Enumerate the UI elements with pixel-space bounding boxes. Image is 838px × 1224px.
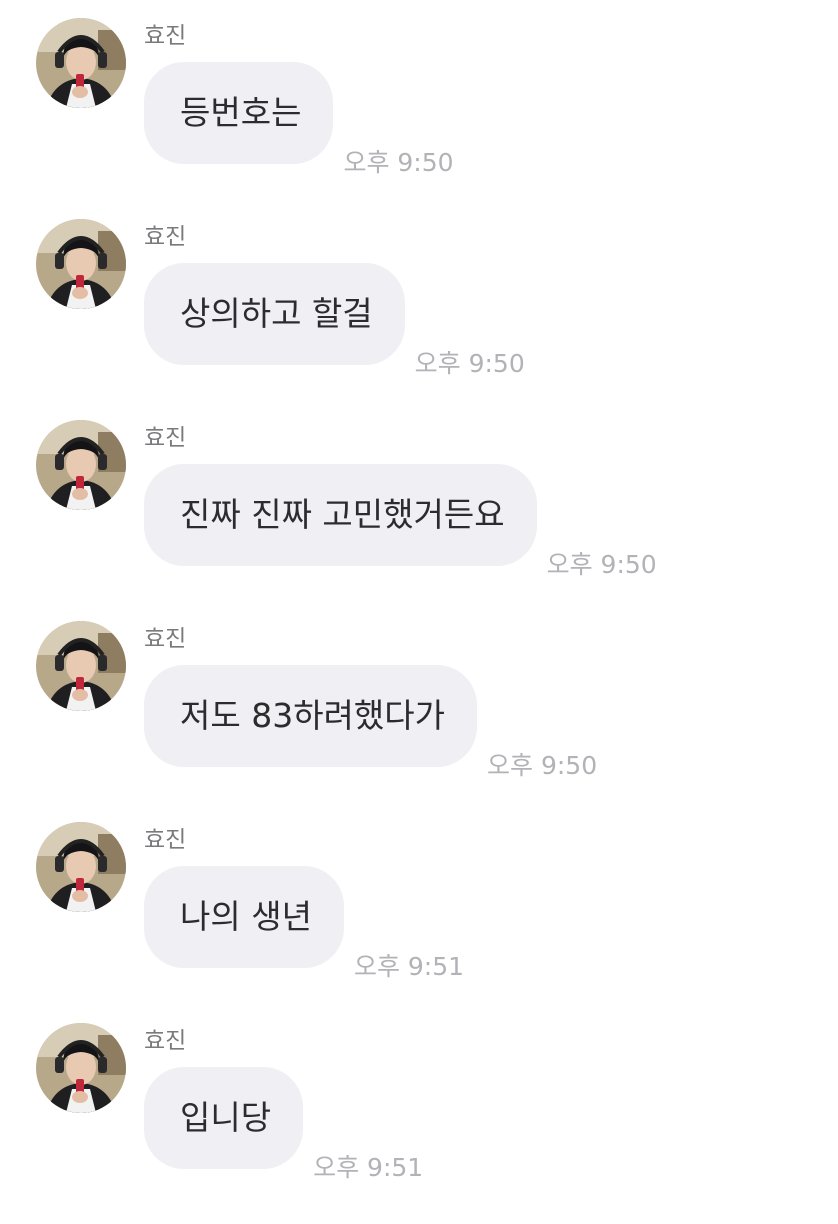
message-timestamp: 오후 9:50 bbox=[414, 349, 525, 378]
sender-name: 효진 bbox=[144, 827, 187, 853]
chat-message: 효진 나의 생년 오후 9:51 bbox=[0, 822, 838, 1023]
sender-name: 효진 bbox=[144, 23, 187, 49]
message-timestamp: 오후 9:50 bbox=[487, 751, 598, 780]
avatar-icon[interactable] bbox=[36, 1023, 126, 1113]
sender-name: 효진 bbox=[144, 1028, 187, 1054]
chat-message: 효진 진짜 진짜 고민했거든요 오후 9:50 bbox=[0, 420, 838, 621]
avatar-icon[interactable] bbox=[36, 420, 126, 510]
message-bubble[interactable]: 상의하고 할걸 bbox=[144, 263, 405, 365]
message-bubble[interactable]: 나의 생년 bbox=[144, 866, 344, 968]
message-timestamp: 오후 9:51 bbox=[313, 1153, 424, 1182]
avatar-icon[interactable] bbox=[36, 18, 126, 108]
message-bubble[interactable]: 진짜 진짜 고민했거든요 bbox=[144, 464, 537, 566]
chat-message: 효진 상의하고 할걸 오후 9:50 bbox=[0, 219, 838, 420]
avatar-icon[interactable] bbox=[36, 219, 126, 309]
chat-message-list[interactable]: 효진 등번호는 오후 9:50 효진 상의하고 할걸 오후 9:50 효진 진짜… bbox=[0, 18, 838, 1224]
chat-message: 효진 등번호는 오후 9:50 bbox=[0, 18, 838, 219]
message-bubble[interactable]: 입니당 bbox=[144, 1067, 304, 1169]
message-row: 등번호는 오후 9:50 bbox=[144, 62, 454, 177]
sender-name: 효진 bbox=[144, 425, 187, 451]
message-bubble[interactable]: 저도 83하려했다가 bbox=[144, 665, 478, 767]
sender-name: 효진 bbox=[144, 626, 187, 652]
message-timestamp: 오후 9:50 bbox=[343, 148, 454, 177]
message-timestamp: 오후 9:50 bbox=[546, 550, 657, 579]
chat-message: 효진 저도 83하려했다가 오후 9:50 bbox=[0, 621, 838, 822]
message-row: 나의 생년 오후 9:51 bbox=[144, 866, 464, 981]
sender-name: 효진 bbox=[144, 224, 187, 250]
avatar-icon[interactable] bbox=[36, 621, 126, 711]
message-row: 저도 83하려했다가 오후 9:50 bbox=[144, 665, 597, 780]
message-bubble[interactable]: 등번호는 bbox=[144, 62, 334, 164]
message-row: 상의하고 할걸 오후 9:50 bbox=[144, 263, 525, 378]
chat-message: 효진 입니당 오후 9:51 bbox=[0, 1023, 838, 1224]
message-row: 진짜 진짜 고민했거든요 오후 9:50 bbox=[144, 464, 657, 579]
message-row: 입니당 오후 9:51 bbox=[144, 1067, 423, 1182]
avatar-icon[interactable] bbox=[36, 822, 126, 912]
message-timestamp: 오후 9:51 bbox=[353, 952, 465, 981]
